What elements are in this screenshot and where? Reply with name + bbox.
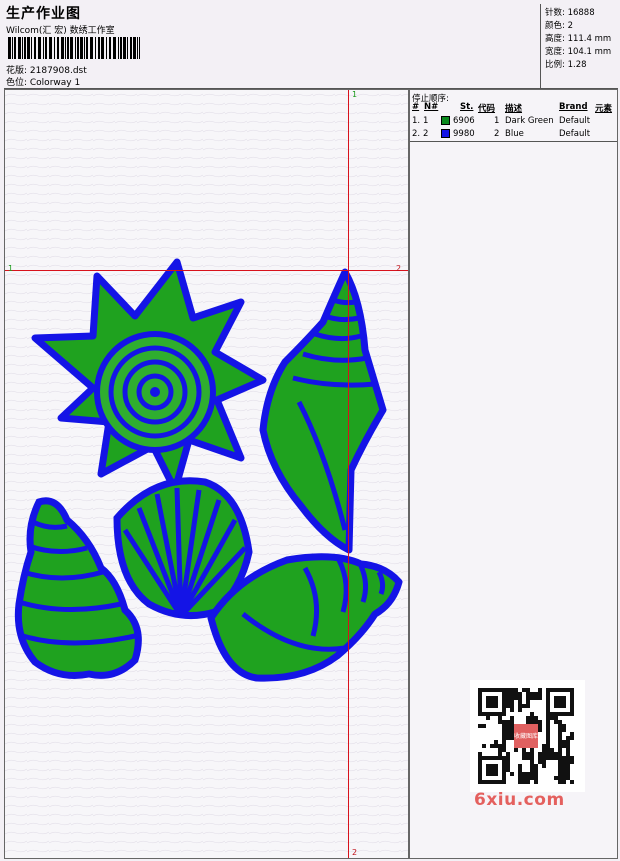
svg-text:收藏图库: 收藏图库 [514, 732, 538, 740]
guide-label-v-bottom: 2 [352, 848, 358, 857]
stat-scale: 比例: 1.28 [545, 60, 587, 70]
col-n: N# [424, 102, 439, 112]
table-divider [410, 141, 617, 142]
colorway-label: 色位: Colorway 1 [6, 78, 81, 88]
studio-name: Wilcom(汇 宏) 数绣工作室 [6, 26, 115, 36]
stat-stitches: 针数: 16888 [545, 8, 595, 18]
design-stats: 针数: 16888 颜色: 2 高度: 111.4 mm 宽度: 104.1 m… [540, 4, 618, 88]
conch-shell [259, 268, 387, 554]
col-brand: Brand [559, 102, 588, 112]
page-title: 生产作业图 [6, 6, 81, 22]
col-hash: # [412, 102, 420, 112]
watermark: 6xiu.com [474, 790, 565, 810]
col-desc: 描述 [505, 104, 523, 114]
col-code: 代码 [478, 104, 496, 114]
horizontal-guide [5, 270, 408, 271]
vertical-guide [348, 90, 349, 858]
stat-height: 高度: 111.4 mm [545, 34, 612, 44]
color-swatch-blue [441, 129, 450, 138]
barcode [8, 37, 140, 59]
sun-shell [31, 258, 267, 494]
col-st: St. [460, 102, 474, 112]
col-element: 元素 [595, 104, 613, 114]
guide-label-h-right: 2 [396, 264, 402, 273]
color-swatch-green [441, 116, 450, 125]
guide-label-v-top: 1 [352, 90, 358, 99]
stat-colors: 颜色: 2 [545, 21, 573, 31]
design-canvas: 1 2 1 2 [4, 89, 409, 859]
qr-code: 收藏图库 [470, 680, 585, 792]
guide-label-h-left: 1 [8, 264, 14, 273]
stat-width: 宽度: 104.1 mm [545, 47, 612, 57]
